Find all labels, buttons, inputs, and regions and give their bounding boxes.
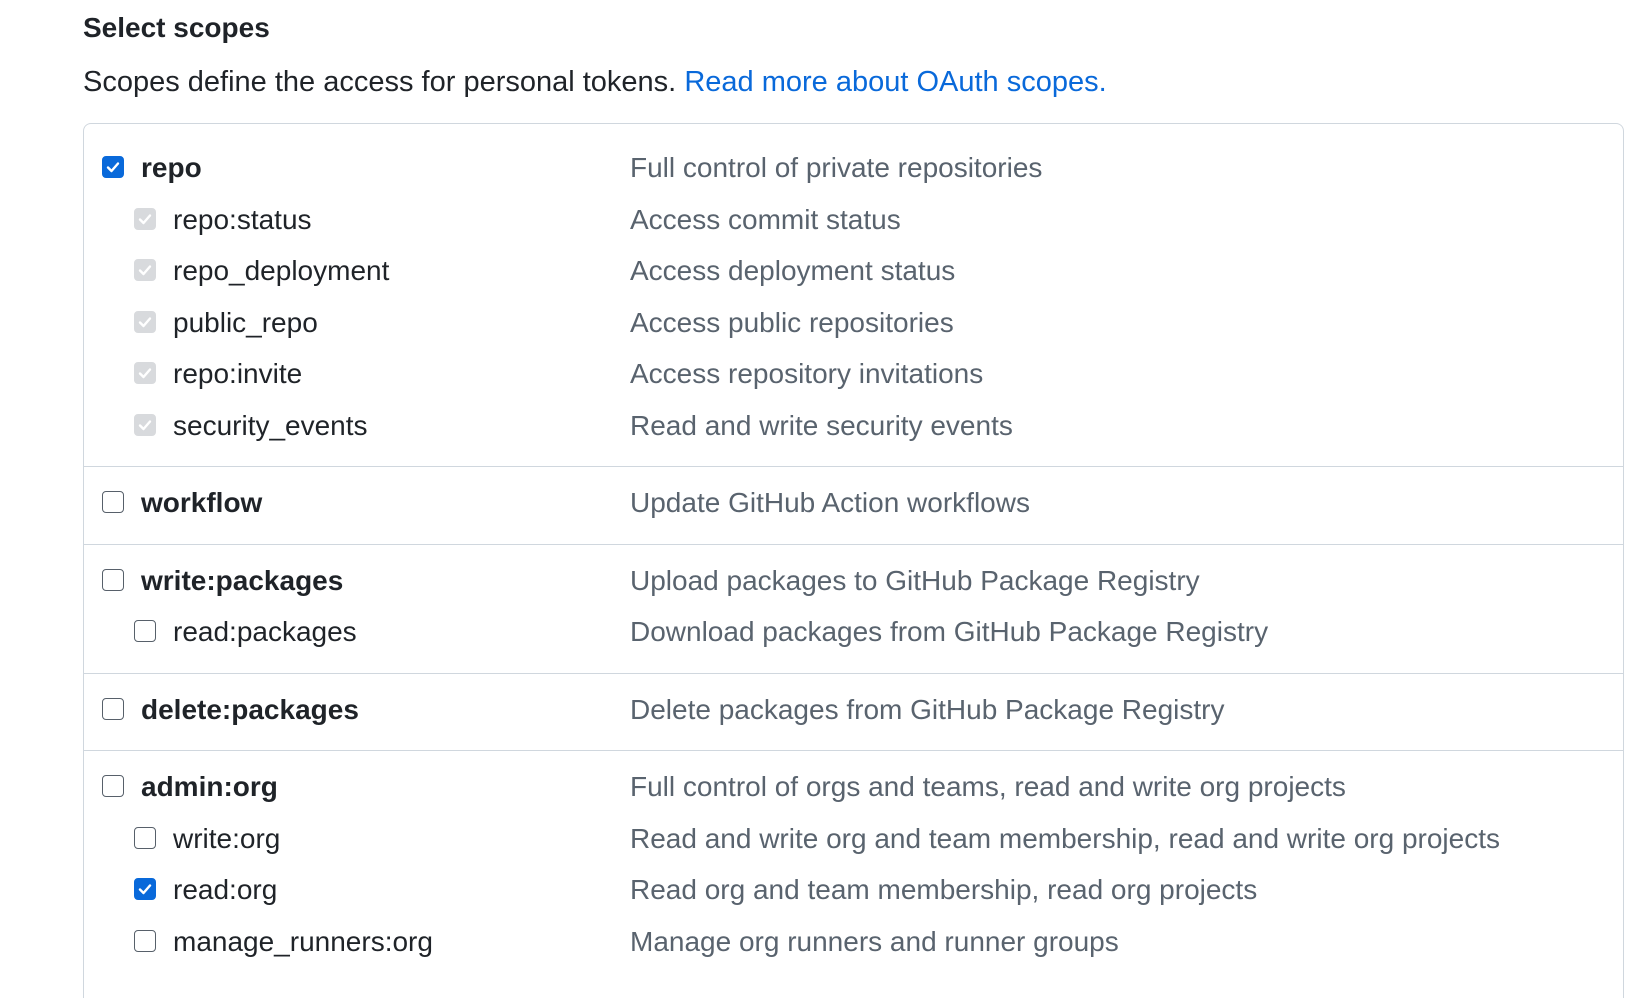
scope-name[interactable]: workflow <box>141 481 262 525</box>
oauth-scopes-link[interactable]: Read more about OAuth scopes. <box>684 66 1106 98</box>
scope-description: Full control of private repositories <box>630 152 1043 183</box>
scope-checkbox-workflow[interactable] <box>102 491 124 513</box>
scope-description: Read and write security events <box>630 409 1013 441</box>
scope-name[interactable]: write:packages <box>141 559 343 603</box>
scope-description: Read and write org and team membership, … <box>630 822 1500 854</box>
scope-row-write-packages: write:packages Upload packages to GitHub … <box>84 557 1623 609</box>
scope-row-repo-invite: repo:invite Access repository invitations <box>84 350 1623 402</box>
scopes-intro: Scopes define the access for personal to… <box>83 60 1107 104</box>
scope-checkbox-public-repo <box>134 310 156 333</box>
scope-row-workflow: workflow Update GitHub Action workflows <box>84 479 1623 531</box>
scopes-intro-text: Scopes define the access for personal to… <box>83 66 677 98</box>
scope-name[interactable]: repo_deployment <box>173 249 389 293</box>
scope-name[interactable]: manage_runners:org <box>173 920 433 964</box>
scopes-section: Select scopes Scopes define the access f… <box>0 0 1650 998</box>
scope-group-workflow: workflow Update GitHub Action workflows <box>84 466 1623 544</box>
scope-group-delete-packages: delete:packages Delete packages from GitH… <box>84 672 1623 751</box>
scope-checkbox-manage-runners-org[interactable] <box>134 929 156 952</box>
scope-name[interactable]: repo:invite <box>173 352 302 396</box>
scope-name[interactable]: admin:org <box>141 765 278 809</box>
scope-checkbox-repo[interactable] <box>102 156 124 178</box>
scope-description: Access repository invitations <box>630 358 984 389</box>
scope-name[interactable]: read:packages <box>173 610 357 654</box>
scope-row-security-events: security_events Read and write security e… <box>84 402 1623 454</box>
check-icon <box>106 162 120 173</box>
scope-checkbox-repo-invite <box>134 362 156 384</box>
scope-checkbox-repo-status <box>134 207 156 230</box>
scope-description: Update GitHub Action workflows <box>630 487 1030 518</box>
section-heading: Select scopes <box>83 12 270 43</box>
scope-description: Manage org runners and runner groups <box>630 925 1119 957</box>
scope-checkbox-admin-org[interactable] <box>102 775 124 797</box>
scope-row-write-org: write:org Read and write org and team mem… <box>84 815 1623 867</box>
scope-description: Access deployment status <box>630 255 956 286</box>
check-icon <box>138 419 152 430</box>
scope-row-delete-packages: delete:packages Delete packages from GitH… <box>84 686 1623 738</box>
scopes-list: repo Full control of private repositories… <box>83 123 1624 998</box>
scope-row-admin-org: admin:org Full control of orgs and teams,… <box>84 763 1623 815</box>
scope-row-repo-deployment: repo_deployment Access deployment status <box>84 247 1623 299</box>
scope-description: Read org and team membership, read org p… <box>630 874 1258 905</box>
scope-name[interactable]: repo:status <box>173 198 312 242</box>
scope-row-repo-status: repo:status Access commit status <box>84 196 1623 248</box>
check-icon <box>138 316 152 327</box>
scope-row-read-org: read:org Read org and team membership, re… <box>84 866 1623 918</box>
check-icon <box>138 213 152 224</box>
scope-name[interactable]: repo <box>141 146 202 190</box>
scope-checkbox-read-org[interactable] <box>134 878 156 900</box>
scope-group-admin-org: admin:org Full control of orgs and teams,… <box>84 750 1623 982</box>
scope-row-read-packages: read:packages Download packages from GitH… <box>84 608 1623 660</box>
scope-checkbox-repo-deployment <box>134 259 156 281</box>
scope-description: Access commit status <box>630 203 901 235</box>
check-icon <box>138 265 152 276</box>
scope-group-repo: repo Full control of private repositories… <box>84 124 1623 466</box>
scope-name[interactable]: write:org <box>173 817 280 861</box>
scope-row-public-repo: public_repo Access public repositories <box>84 299 1623 351</box>
scope-checkbox-write-packages[interactable] <box>102 568 124 591</box>
scope-checkbox-security-events <box>134 413 156 436</box>
scope-checkbox-delete-packages[interactable] <box>102 697 124 720</box>
scope-description: Upload packages to GitHub Package Regist… <box>630 564 1200 596</box>
scope-name[interactable]: public_repo <box>173 301 318 345</box>
scope-checkbox-write-org[interactable] <box>134 826 156 849</box>
scope-description: Delete packages from GitHub Package Regi… <box>630 693 1225 725</box>
scope-name[interactable]: read:org <box>173 868 277 912</box>
scope-description: Full control of orgs and teams, read and… <box>630 771 1346 802</box>
scope-row-manage-runners-org: manage_runners:org Manage org runners and… <box>84 918 1623 970</box>
scope-name[interactable]: delete:packages <box>141 688 359 732</box>
scope-description: Download packages from GitHub Package Re… <box>630 616 1269 647</box>
scope-name[interactable]: security_events <box>173 404 368 448</box>
scope-row-repo: repo Full control of private repositories <box>84 144 1623 196</box>
scope-description: Access public repositories <box>630 306 954 338</box>
scope-checkbox-read-packages[interactable] <box>134 620 156 642</box>
scope-group-write-packages: write:packages Upload packages to GitHub … <box>84 543 1623 673</box>
check-icon <box>138 368 152 379</box>
check-icon <box>138 884 152 895</box>
